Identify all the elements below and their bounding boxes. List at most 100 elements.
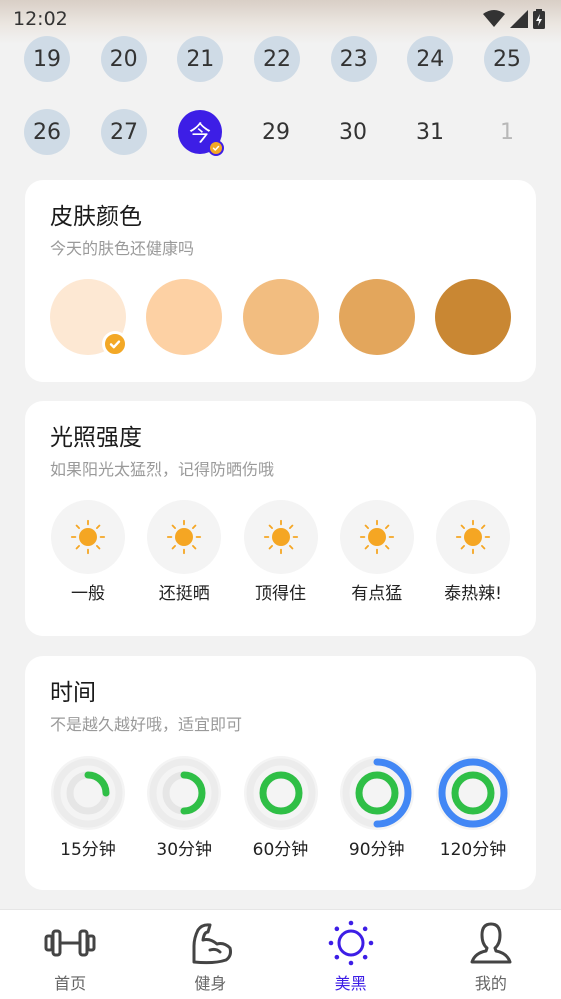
skin-color-card: 皮肤颜色 今天的肤色还健康吗: [25, 180, 536, 382]
light-option[interactable]: 有点猛: [339, 500, 415, 606]
duration-subtitle: 不是越久越好哦，适宜即可: [50, 715, 243, 734]
calendar-day[interactable]: 23: [330, 36, 377, 82]
duration-ring-icon: [438, 758, 508, 828]
light-option-label: 还挺晒: [158, 584, 210, 604]
outer-ring-progress: [438, 758, 508, 828]
bottom-nav: 首页 健身 美黑 我的: [0, 909, 561, 999]
light-option-label: 顶得住: [255, 584, 306, 604]
sun-icon: [359, 519, 394, 555]
calendar-day[interactable]: 19: [24, 36, 70, 82]
light-option-label: 泰热辣!: [444, 584, 502, 604]
skin-color-swatch[interactable]: [242, 279, 319, 355]
calendar-day[interactable]: 25: [483, 36, 530, 82]
inner-ring-progress: [259, 771, 302, 815]
light-option-label: 一般: [71, 584, 105, 604]
sun-icon: [328, 920, 373, 966]
duration-option-label: 90分钟: [348, 840, 405, 860]
check-icon: [212, 145, 220, 151]
duration-ring-icon: [246, 758, 315, 828]
duration-card: 时间 不是越久越好哦，适宜即可 15分钟 30分钟 60分钟 90分钟 120分钟: [25, 656, 536, 890]
calendar-day[interactable]: 29: [253, 109, 299, 155]
light-option-circle: [147, 500, 222, 574]
nav-item-dumbbell[interactable]: 首页: [0, 910, 140, 999]
sun-icon: [455, 519, 491, 555]
calendar-day[interactable]: 27: [101, 109, 147, 155]
nav-icon-wrap: [325, 918, 377, 968]
light-option[interactable]: 泰热辣!: [435, 500, 511, 606]
calendar-day[interactable]: 20: [100, 36, 147, 82]
calendar-day[interactable]: 30: [330, 109, 376, 155]
today-check-badge: [208, 140, 224, 156]
calendar-day-label: 今: [188, 122, 211, 147]
flexed-arm-icon: [192, 923, 233, 965]
duration-title: 时间: [50, 680, 96, 706]
duration-option[interactable]: 15分钟: [50, 756, 126, 862]
light-option[interactable]: 还挺晒: [146, 500, 222, 606]
duration-ring-icon: [342, 758, 412, 828]
calendar-day[interactable]: 24: [407, 36, 454, 82]
light-option[interactable]: 一般: [50, 500, 126, 606]
calendar-day[interactable]: 21: [177, 36, 224, 82]
duration-option-circle: [436, 756, 510, 830]
duration-option-circle: [51, 756, 125, 830]
calendar-week-row: 26 27 今 29 30 31 1: [24, 109, 530, 156]
light-option[interactable]: 顶得住: [243, 500, 319, 606]
skin-color-title: 皮肤颜色: [50, 204, 142, 230]
light-option-circle: [243, 500, 318, 574]
nav-item-label: 我的: [474, 974, 507, 993]
wifi-icon: [483, 10, 505, 27]
calendar-day[interactable]: 22: [253, 36, 300, 82]
calendar-day[interactable]: 1: [484, 109, 530, 155]
duration-option[interactable]: 120分钟: [435, 756, 511, 862]
sun-icon: [167, 519, 202, 555]
duration-option-label: 30分钟: [156, 840, 213, 860]
duration-options: 15分钟 30分钟 60分钟 90分钟 120分钟: [50, 756, 511, 862]
light-option-circle: [339, 500, 414, 574]
status-icons: [483, 9, 545, 29]
duration-option-circle: [339, 756, 414, 830]
nav-item-flexed-arm[interactable]: 健身: [140, 910, 280, 999]
light-intensity-title: 光照强度: [50, 425, 142, 451]
duration-option-circle: [147, 756, 222, 830]
nav-item-label: 首页: [54, 974, 87, 993]
inner-ring-progress: [180, 771, 206, 815]
skin-color-swatch[interactable]: [50, 279, 128, 357]
skin-color-swatch[interactable]: [146, 279, 223, 355]
nav-item-label: 健身: [194, 974, 227, 993]
light-option-circle: [436, 500, 510, 574]
calendar-week-row: 19 20 21 22 23 24 25: [24, 36, 530, 82]
nav-item-person[interactable]: 我的: [421, 910, 561, 999]
inner-ring-progress: [355, 771, 399, 815]
check-icon: [109, 340, 121, 349]
skin-color-subtitle: 今天的肤色还健康吗: [50, 239, 195, 258]
status-time: 12:02: [13, 8, 68, 30]
duration-option[interactable]: 90分钟: [339, 756, 415, 862]
light-intensity-subtitle: 如果阳光太猛烈，记得防晒伤哦: [50, 460, 275, 479]
duration-option-label: 60分钟: [252, 840, 309, 860]
skin-color-swatch[interactable]: [435, 279, 511, 355]
duration-option-circle: [243, 756, 318, 830]
nav-item-label: 美黑: [334, 974, 367, 993]
inner-ring-progress: [84, 771, 110, 797]
light-intensity-options: 一般 还挺晒 顶得住 有点猛 泰热辣!: [50, 500, 511, 606]
status-bar: 12:02: [0, 0, 561, 38]
light-option-circle: [51, 500, 125, 574]
duration-ring-icon: [149, 758, 219, 828]
nav-item-sun[interactable]: 美黑: [281, 910, 421, 999]
duration-option-label: 120分钟: [439, 840, 507, 860]
outer-ring-track: [246, 758, 315, 828]
outer-ring-track: [53, 758, 123, 828]
dumbbell-icon: [44, 929, 96, 957]
duration-option[interactable]: 30分钟: [146, 756, 222, 862]
calendar-day[interactable]: 26: [24, 109, 70, 155]
skin-color-swatch[interactable]: [338, 279, 415, 355]
signal-icon: [510, 10, 528, 28]
nav-icon-wrap: [465, 918, 517, 968]
sun-icon: [70, 519, 106, 555]
calendar-day[interactable]: 31: [407, 109, 453, 155]
calendar-day-today[interactable]: 今: [178, 110, 224, 156]
duration-ring-icon: [53, 758, 123, 828]
light-option-label: 有点猛: [351, 584, 403, 604]
duration-option[interactable]: 60分钟: [243, 756, 319, 862]
battery-charging-icon: [533, 9, 545, 29]
